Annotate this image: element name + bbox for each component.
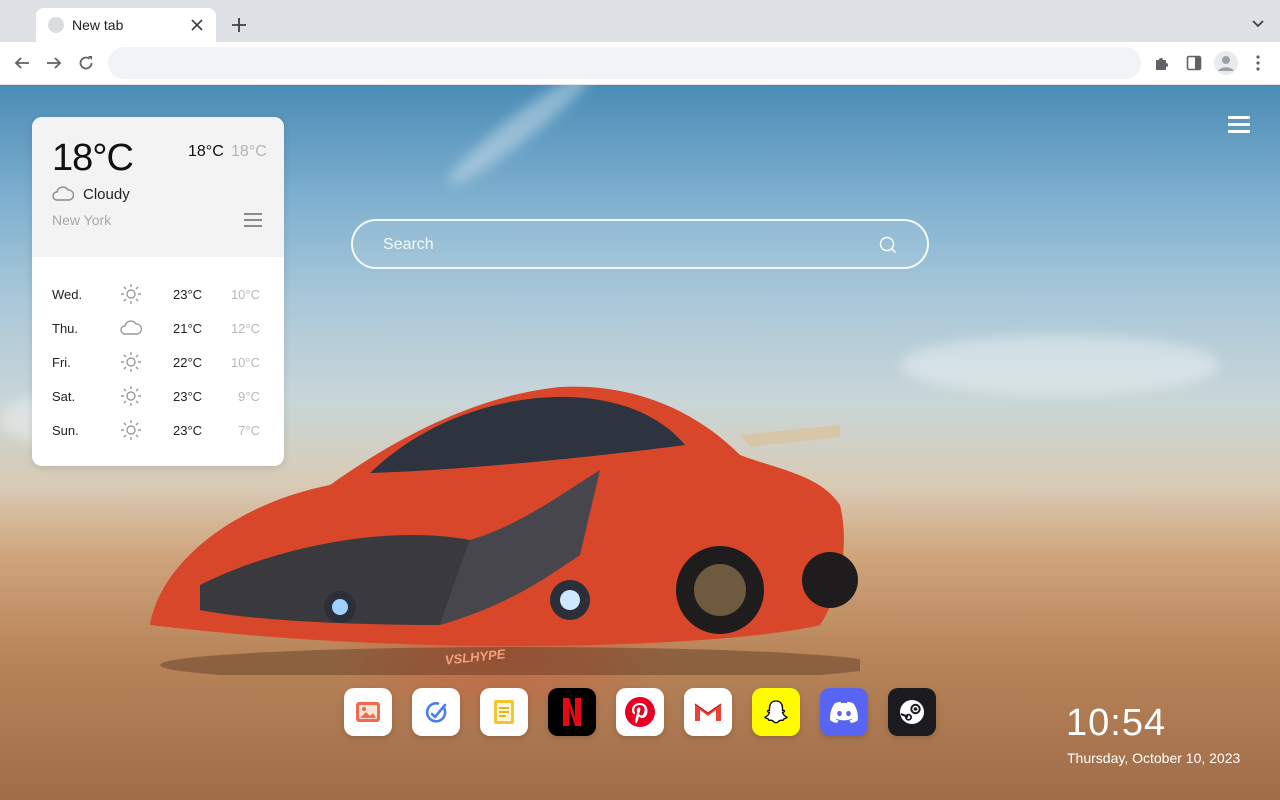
gmail-icon	[694, 703, 722, 721]
clock-date: Thursday, October 10, 2023	[1067, 750, 1241, 766]
current-temperature: 18°C	[52, 137, 134, 179]
discord-icon	[830, 701, 858, 723]
forecast-high: 23°C	[173, 389, 203, 404]
forecast-row: Fri. 22°C 10°C	[32, 345, 284, 379]
more-vertical-icon	[1256, 55, 1260, 71]
cloud-icon	[52, 186, 74, 201]
reload-icon	[79, 56, 93, 70]
forecast-low: 12°C	[230, 321, 260, 336]
puzzle-icon	[1156, 58, 1168, 70]
tab-title: New tab	[72, 17, 124, 33]
forecast-row: Sun. 23°C 7°C	[32, 413, 284, 447]
address-bar[interactable]	[108, 47, 1141, 79]
app-dock	[344, 688, 944, 736]
forecast-list: Wed. 23°C 10°C Thu. 21°C 12°C Fri. 22°C …	[32, 277, 284, 447]
netflix-icon	[563, 698, 581, 726]
search-icon[interactable]	[879, 236, 897, 254]
app-notes[interactable]	[412, 688, 460, 736]
snapchat-icon	[764, 700, 788, 724]
forecast-low: 9°C	[238, 389, 260, 404]
clock-time: 10:54	[1066, 702, 1167, 744]
forecast-day: Thu.	[52, 321, 79, 336]
profile-avatar-icon	[1214, 51, 1238, 75]
side-panel-icon	[1186, 55, 1202, 71]
app-pinterest[interactable]	[616, 688, 664, 736]
forecast-high: 23°C	[173, 423, 203, 438]
profile-button[interactable]	[1214, 51, 1238, 75]
forecast-high: 22°C	[173, 355, 203, 370]
pinterest-icon	[625, 697, 655, 727]
forecast-high: 21°C	[173, 321, 203, 336]
forecast-row: Thu. 21°C 12°C	[32, 311, 284, 345]
app-gmail[interactable]	[684, 688, 732, 736]
app-steam[interactable]	[888, 688, 936, 736]
back-button[interactable]	[11, 52, 33, 74]
app-netflix[interactable]	[548, 688, 596, 736]
tab-strip: New tab	[0, 0, 1280, 42]
app-docs[interactable]	[480, 688, 528, 736]
plus-icon	[232, 18, 246, 32]
today-high-temperature: 18°C	[188, 143, 224, 160]
forecast-row: Sat. 23°C 9°C	[32, 379, 284, 413]
close-icon[interactable]	[188, 16, 206, 34]
sun-icon	[121, 352, 141, 372]
forecast-low: 7°C	[238, 423, 260, 438]
extensions-button[interactable]	[1151, 52, 1173, 74]
forecast-day: Wed.	[52, 287, 83, 302]
back-arrow-icon	[14, 57, 29, 69]
weather-current: 18°C 18°C 18°C Cloudy New York	[32, 117, 284, 257]
forward-arrow-icon	[47, 57, 62, 69]
forecast-day: Sat.	[52, 389, 76, 404]
sun-icon	[121, 284, 141, 304]
today-low-temperature: 18°C	[231, 143, 267, 160]
background-cloud	[900, 335, 1220, 395]
weather-condition: Cloudy	[83, 186, 130, 203]
sun-icon	[121, 386, 141, 406]
forecast-day: Sun.	[52, 423, 79, 438]
forecast-low: 10°C	[230, 355, 260, 370]
new-tab-button[interactable]	[228, 14, 250, 36]
forecast-low: 10°C	[230, 287, 260, 302]
browser-toolbar	[0, 42, 1280, 85]
new-tab-page: VSLHYPE 18°C 18°C 18°C Cloudy New York W…	[0, 85, 1280, 800]
reload-button[interactable]	[75, 52, 97, 74]
weather-widget: 18°C 18°C 18°C Cloudy New York Wed. 23°C…	[32, 117, 284, 466]
forecast-list-button[interactable]	[244, 213, 262, 228]
weather-city[interactable]: New York	[52, 212, 111, 228]
forecast-row: Wed. 23°C 10°C	[32, 277, 284, 311]
image-icon	[356, 702, 380, 722]
forecast-high: 23°C	[173, 287, 203, 302]
tab-favicon-icon	[48, 17, 64, 33]
pen-check-icon	[425, 702, 447, 723]
chevron-down-icon	[1252, 20, 1264, 28]
page-menu-button[interactable]	[1228, 116, 1250, 134]
cloud-icon	[120, 320, 142, 335]
search-box	[351, 219, 929, 269]
browser-menu-button[interactable]	[1247, 52, 1269, 74]
forecast-day: Fri.	[52, 355, 71, 370]
document-icon	[494, 700, 514, 724]
search-input[interactable]	[383, 233, 863, 257]
forward-button[interactable]	[43, 52, 65, 74]
steam-icon	[900, 700, 924, 724]
background-cloud	[441, 85, 599, 194]
tab-search-button[interactable]	[1248, 14, 1268, 34]
side-panel-button[interactable]	[1183, 52, 1205, 74]
sun-icon	[121, 420, 141, 440]
app-discord[interactable]	[820, 688, 868, 736]
app-photos[interactable]	[344, 688, 392, 736]
app-snapchat[interactable]	[752, 688, 800, 736]
tab-new-tab[interactable]: New tab	[36, 8, 216, 42]
